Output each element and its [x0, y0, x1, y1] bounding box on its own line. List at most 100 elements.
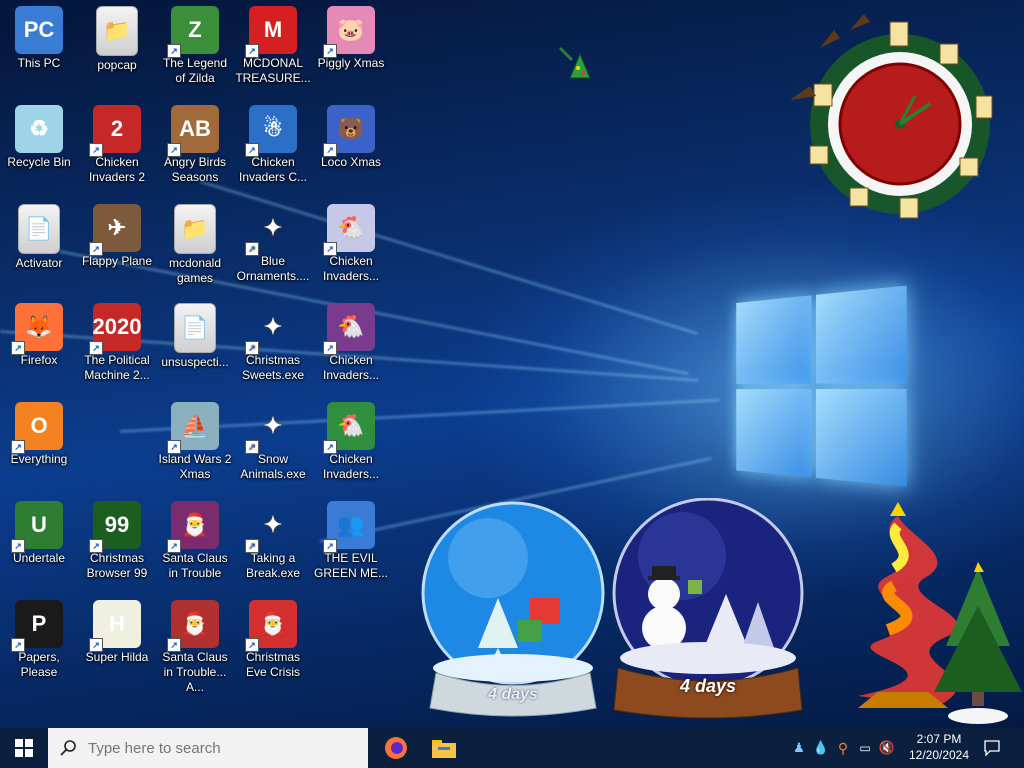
desktop-icon[interactable]: 👥 ↗ THE EVIL GREEN ME...	[312, 497, 390, 593]
taskbar-firefox-button[interactable]	[376, 728, 416, 768]
people-icon[interactable]: ♟	[788, 740, 810, 756]
desktop-icon[interactable]: 🐔 ↗ Chicken Invaders...	[312, 299, 390, 395]
desktop-icon-image: 🎅 ↗	[245, 600, 297, 652]
shortcut-arrow-icon: ↗	[323, 440, 337, 454]
droplet-icon[interactable]: 💧	[810, 740, 832, 756]
desktop-icon-image: PC	[15, 6, 63, 54]
desktop-icon[interactable]: 📁 popcap	[78, 2, 156, 98]
desktop-icon-image: ✈ ↗	[89, 204, 141, 256]
desktop-icon-image: 2020 ↗	[89, 303, 141, 355]
desktop-icon-label: Piggly Xmas	[317, 56, 385, 70]
shortcut-arrow-icon: ↗	[89, 242, 103, 256]
desktop-icon[interactable]: H ↗ Super Hilda	[78, 596, 156, 692]
desktop-icon-image: 📁	[174, 204, 216, 254]
desktop-icon-image: 🐔 ↗	[323, 303, 375, 355]
taskbar-clock[interactable]: 2:07 PM 12/20/2024	[900, 731, 978, 763]
desktop-icon[interactable]: 2 ↗ Chicken Invaders 2	[78, 101, 156, 197]
desktop-icon[interactable]: ✦ ↗ Blue Ornaments....	[234, 200, 312, 296]
desktop-icon[interactable]: 📄 unsuspecti...	[156, 299, 234, 395]
desktop-icon-image: 📄	[174, 303, 216, 353]
desktop-icon[interactable]: 🎅 ↗ Santa Claus in Trouble	[156, 497, 234, 593]
desktop-icon-image: 🎅 ↗	[167, 600, 219, 652]
desktop-icon[interactable]: 🎅 ↗ Christmas Eve Crisis	[234, 596, 312, 692]
desktop-icon-label: MCDONAL TREASURE...	[235, 56, 311, 85]
desktop-icon[interactable]: 🐔 ↗ Chicken Invaders...	[312, 398, 390, 494]
notification-button[interactable]	[980, 728, 1004, 768]
desktop-icon-label: This PC	[17, 56, 61, 70]
desktop-icon-label: Chicken Invaders...	[322, 353, 380, 382]
desktop-icon[interactable]: P ↗ Papers, Please	[0, 596, 78, 692]
desktop-icon-image: ⛵ ↗	[167, 402, 219, 454]
folder-icon	[432, 740, 456, 758]
shortcut-arrow-icon: ↗	[323, 44, 337, 58]
shortcut-arrow-icon: ↗	[245, 539, 259, 553]
desktop-icon-label: Snow Animals.exe	[240, 452, 306, 481]
desktop-icon-image: ☃ ↗	[245, 105, 297, 157]
desktop-icon-image: 👥 ↗	[323, 501, 375, 553]
desktop-icon[interactable]: Z ↗ The Legend of Zilda	[156, 2, 234, 98]
taskbar: ♟ 💧 ⚲ ▭ 🔇 2:07 PM 12/20/2024	[0, 728, 1024, 768]
desktop-icon-label: Chicken Invaders...	[322, 254, 380, 283]
windows-wallpaper-logo	[736, 285, 912, 495]
desktop-icon[interactable]: 🦊 ↗ Firefox	[0, 299, 78, 395]
desktop-icon[interactable]: U ↗ Undertale	[0, 497, 78, 593]
taskbar-search-box[interactable]	[48, 728, 368, 768]
shortcut-arrow-icon: ↗	[245, 440, 259, 454]
desktop-icon-label: Undertale	[12, 551, 66, 565]
desktop-icon[interactable]: 🐻 ↗ Loco Xmas	[312, 101, 390, 197]
desktop-icon-image: M ↗	[245, 6, 297, 58]
desktop-icon[interactable]: PC This PC	[0, 2, 78, 98]
desktop-icon-image: 🦊 ↗	[11, 303, 63, 355]
christmas-clock-widget[interactable]	[780, 8, 1010, 230]
notification-icon	[984, 740, 1000, 756]
shortcut-arrow-icon: ↗	[323, 341, 337, 355]
desktop-icon[interactable]: O ↗ Everything	[0, 398, 78, 494]
shortcut-arrow-icon: ↗	[89, 638, 103, 652]
desktop-icon-label: Papers, Please	[18, 650, 60, 679]
start-button[interactable]	[0, 728, 48, 768]
desktop-icon[interactable]: ♻ Recycle Bin	[0, 101, 78, 197]
desktop-icon[interactable]: ✦ ↗ Taking a Break.exe	[234, 497, 312, 593]
desktop-icon-label: Blue Ornaments....	[236, 254, 310, 283]
desktop-icon[interactable]: M ↗ MCDONAL TREASURE...	[234, 2, 312, 98]
desktop-icon[interactable]: AB ↗ Angry Birds Seasons	[156, 101, 234, 197]
desktop-icon-label: Angry Birds Seasons	[163, 155, 227, 184]
christmas-tree-widget[interactable]	[828, 496, 1024, 728]
taskbar-file-explorer-button[interactable]	[424, 728, 464, 768]
desktop-icon[interactable]: 📄 Activator	[0, 200, 78, 296]
desktop-icon[interactable]: 2020 ↗ The Political Machine 2...	[78, 299, 156, 395]
shortcut-arrow-icon: ↗	[89, 143, 103, 157]
volume-muted-icon[interactable]: 🔇	[876, 740, 898, 756]
desktop-icon[interactable]: 📁 mcdonald games	[156, 200, 234, 296]
clock-time: 2:07 PM	[916, 732, 962, 746]
everything-search-icon[interactable]: ⚲	[832, 740, 854, 757]
desktop-icon[interactable]: ✦ ↗ Snow Animals.exe	[234, 398, 312, 494]
desktop-icon-label: Chicken Invaders 2	[88, 155, 146, 184]
desktop-icon-image: 2 ↗	[89, 105, 141, 157]
desktop-icon[interactable]: 🎅 ↗ Santa Claus in Trouble... A...	[156, 596, 234, 694]
shortcut-arrow-icon: ↗	[323, 143, 337, 157]
desktop-icon[interactable]: ✦ ↗ Christmas Sweets.exe	[234, 299, 312, 395]
desktop-icon[interactable]: ☃ ↗ Chicken Invaders C...	[234, 101, 312, 197]
desktop-icon[interactable]: ✈ ↗ Flappy Plane	[78, 200, 156, 296]
tree-cursor-icon	[558, 46, 591, 79]
desktop-icon-label: Island Wars 2 Xmas	[158, 452, 232, 481]
shortcut-arrow-icon: ↗	[245, 242, 259, 256]
snow-globe-right-widget[interactable]: 4 days	[608, 497, 808, 720]
desktop-icon-label: Chicken Invaders C...	[238, 155, 308, 184]
desktop-icon[interactable]: 🐷 ↗ Piggly Xmas	[312, 2, 390, 98]
network-icon[interactable]: ▭	[854, 741, 876, 755]
desktop-icon-label: Recycle Bin	[7, 155, 71, 169]
desktop-icon-label: Firefox	[20, 353, 58, 367]
desktop-icon-image: ✦ ↗	[245, 204, 297, 256]
snow-globe-left-widget[interactable]: 4 days	[418, 498, 608, 720]
clock-date: 12/20/2024	[908, 748, 970, 762]
desktop-icon-image: 🎅 ↗	[167, 501, 219, 553]
search-input[interactable]	[86, 738, 350, 758]
desktop-icon-label: Super Hilda	[85, 650, 149, 664]
desktop-icon-label: unsuspecti...	[161, 355, 229, 369]
desktop-icon-image: 99 ↗	[89, 501, 141, 553]
desktop-icon[interactable]: 🐔 ↗ Chicken Invaders...	[312, 200, 390, 296]
desktop-icon[interactable]: ⛵ ↗ Island Wars 2 Xmas	[156, 398, 234, 494]
desktop-icon[interactable]: 99 ↗ Christmas Browser 99	[78, 497, 156, 593]
